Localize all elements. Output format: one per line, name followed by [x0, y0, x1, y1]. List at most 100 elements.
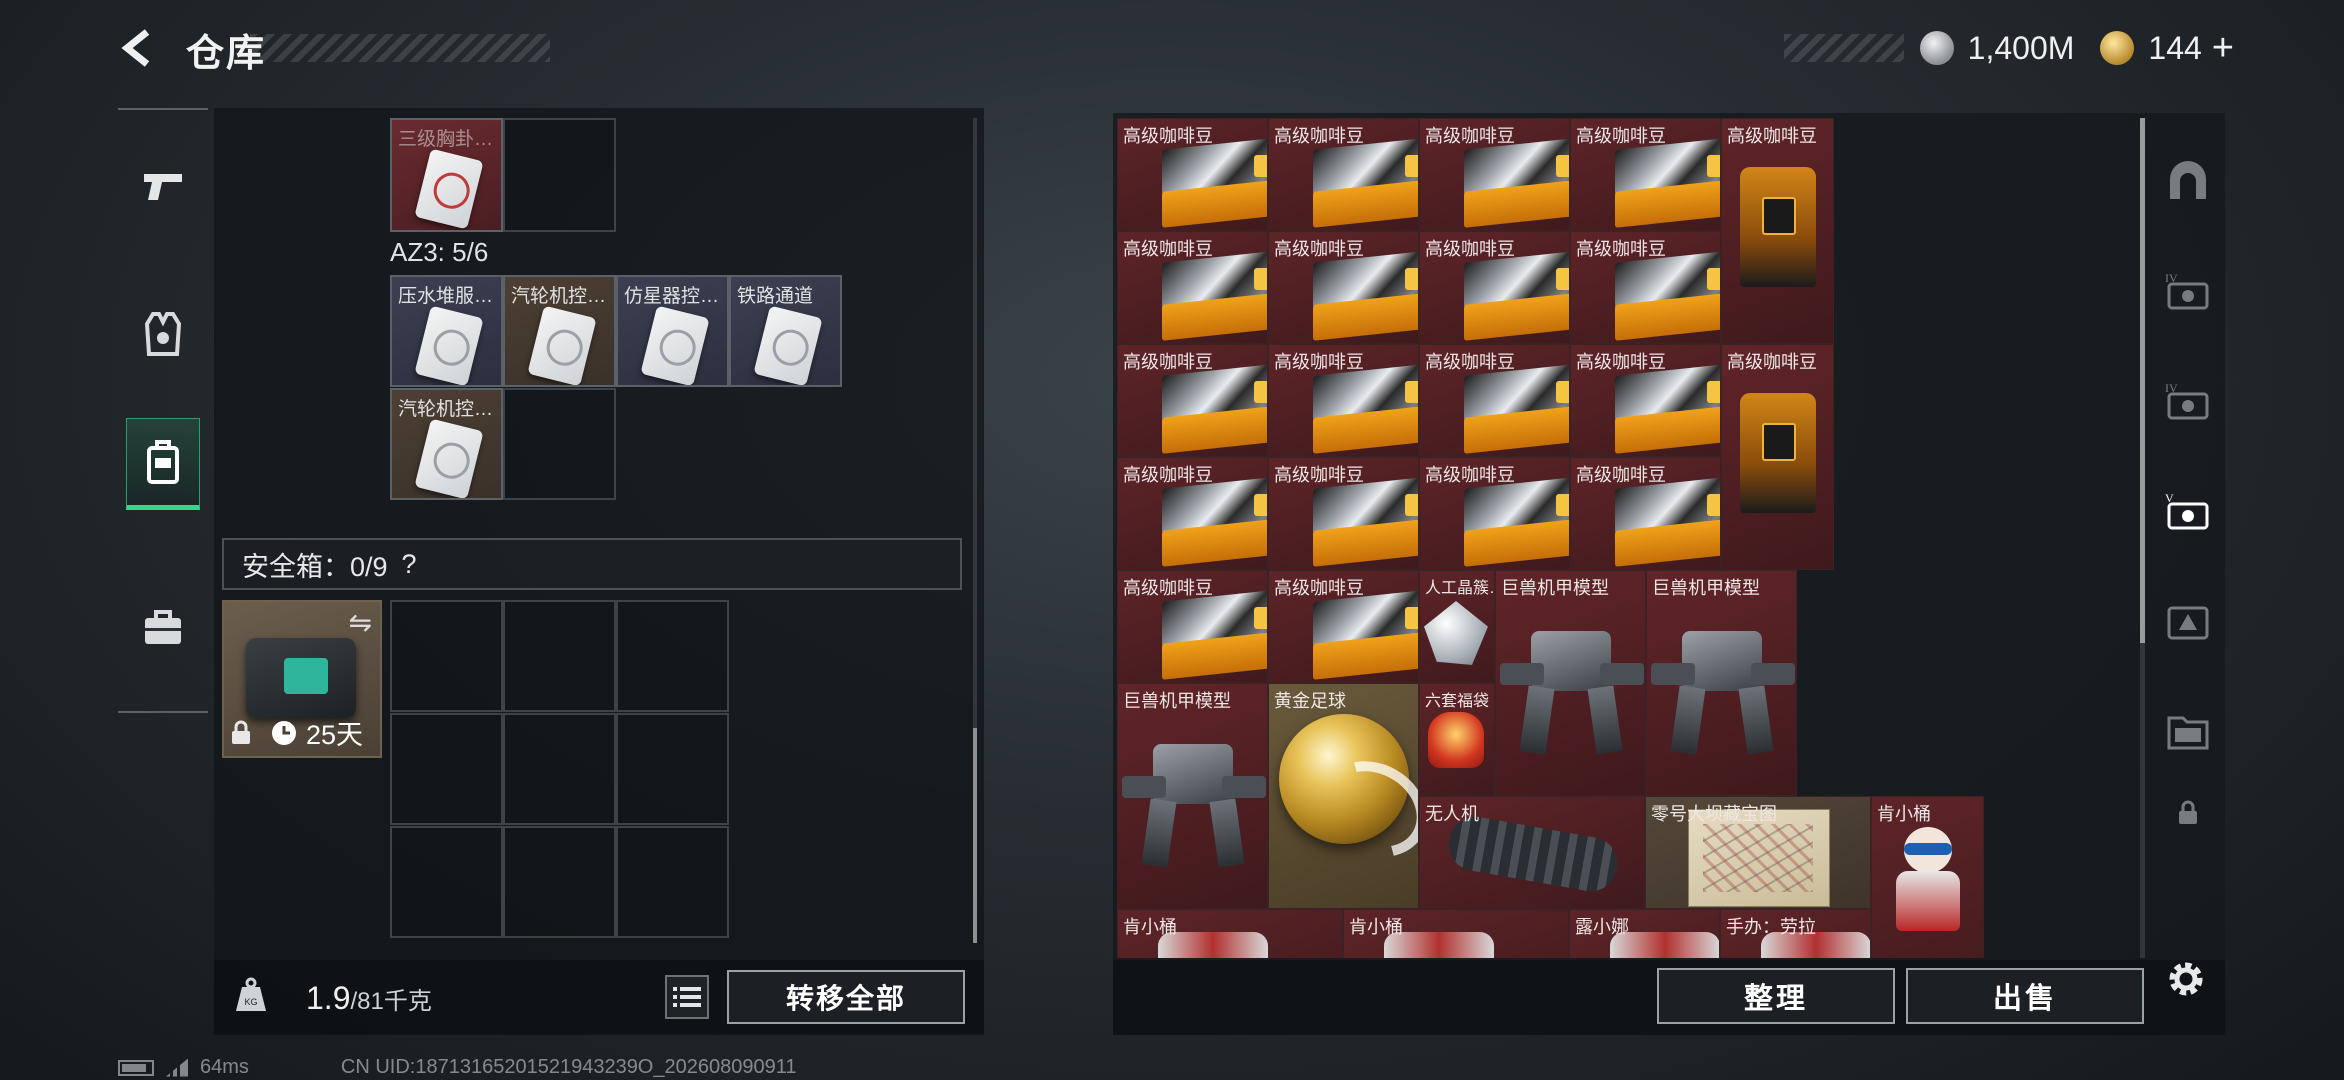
- tab-all[interactable]: [2160, 151, 2216, 211]
- container-capacity-label: AZ3: 5/6: [390, 237, 489, 267]
- empty-slot[interactable]: [503, 388, 616, 500]
- tab-stash-iv-a[interactable]: IV: [2160, 261, 2216, 321]
- stash-item[interactable]: 高级咖啡豆: [1721, 118, 1834, 344]
- stash-item[interactable]: 高级咖啡豆: [1570, 344, 1721, 457]
- item-label: 高级咖啡豆: [1576, 126, 1666, 146]
- item-label: 汽轮机控…: [511, 286, 607, 307]
- safe-slot[interactable]: [616, 713, 729, 825]
- tab-stash-iv-b[interactable]: IV: [2160, 371, 2216, 431]
- item-label: 高级咖啡豆: [1576, 352, 1666, 372]
- currency-bar: 1,400M 144 +: [1919, 27, 2234, 70]
- help-button[interactable]: ?: [402, 549, 417, 580]
- tab-stash-triangle[interactable]: [2160, 591, 2216, 651]
- stash-item[interactable]: 无人机: [1419, 796, 1645, 909]
- stash-item[interactable]: 肯小桶: [1343, 909, 1569, 958]
- stash-item[interactable]: 高级咖啡豆: [1117, 570, 1268, 683]
- settings-button[interactable]: [2162, 955, 2210, 1003]
- add-currency-button[interactable]: +: [2212, 27, 2234, 70]
- item-slot[interactable]: 压水堆服…: [390, 275, 503, 387]
- stash-item[interactable]: 高级咖啡豆: [1419, 231, 1570, 344]
- stash-item[interactable]: 高级咖啡豆: [1268, 118, 1419, 231]
- list-view-button[interactable]: [665, 975, 709, 1019]
- item-label: 仿星器控…: [624, 286, 720, 307]
- safe-slot[interactable]: [616, 826, 729, 938]
- stash-item[interactable]: 高级咖啡豆: [1117, 457, 1268, 570]
- coffee-bag-icon: [1313, 475, 1418, 567]
- coffee-bag-icon: [1464, 475, 1569, 567]
- stash-item[interactable]: 肯小桶: [1871, 796, 1984, 958]
- folder-icon: [2167, 716, 2209, 750]
- stash-item[interactable]: 高级咖啡豆: [1268, 344, 1419, 457]
- nav-tab-vest[interactable]: [126, 288, 200, 380]
- stash-item[interactable]: 巨兽机甲模型: [1646, 570, 1797, 796]
- coffee-bag-icon: [1464, 136, 1569, 228]
- stash-item[interactable]: 高级咖啡豆: [1268, 231, 1419, 344]
- safe-slot[interactable]: [503, 826, 616, 938]
- stash-item[interactable]: 高级咖啡豆: [1419, 118, 1570, 231]
- stash-item[interactable]: 高级咖啡豆: [1419, 457, 1570, 570]
- armor-iv-icon: IV: [2165, 381, 2209, 420]
- stash-item[interactable]: 巨兽机甲模型: [1495, 570, 1646, 796]
- safe-slot[interactable]: [390, 713, 503, 825]
- stash-item[interactable]: 高级咖啡豆: [1419, 344, 1570, 457]
- stash-item[interactable]: 肯小桶: [1117, 909, 1343, 958]
- nav-tab-briefcase[interactable]: [126, 582, 200, 674]
- scroll-thumb[interactable]: [2140, 118, 2145, 643]
- item-slot[interactable]: 汽轮机控…: [503, 275, 616, 387]
- safe-slot[interactable]: [390, 826, 503, 938]
- tab-stash-folder[interactable]: [2160, 701, 2216, 761]
- stash-item[interactable]: 高级咖啡豆: [1570, 231, 1721, 344]
- item-label: 巨兽机甲模型: [1123, 691, 1231, 711]
- stash-item[interactable]: 高级咖啡豆: [1117, 231, 1268, 344]
- silver-amount: 1,400M: [1967, 29, 2075, 66]
- item-slot[interactable]: 三级胸卦…: [390, 118, 503, 232]
- stash-item[interactable]: 巨兽机甲模型: [1117, 683, 1268, 909]
- item-slot[interactable]: 汽轮机控…: [390, 388, 503, 500]
- safe-box-item[interactable]: ⇋ 25天: [222, 600, 382, 758]
- stash-item[interactable]: 高级咖啡豆: [1268, 570, 1419, 683]
- mech-model-icon: [1496, 611, 1645, 761]
- stash-item[interactable]: 手办：劳拉: [1720, 909, 1871, 958]
- stash-item[interactable]: 零号大坝藏宝图: [1645, 796, 1871, 909]
- safe-slot[interactable]: [390, 600, 503, 712]
- tab-locked[interactable]: [2160, 783, 2216, 843]
- stash-item[interactable]: 露小娜: [1569, 909, 1720, 958]
- coffee-bag-icon: [1313, 588, 1418, 680]
- stash-item[interactable]: 人工晶簇…: [1419, 570, 1495, 683]
- gear-icon: [2169, 962, 2203, 996]
- coffee-bag-icon: [1464, 249, 1569, 341]
- mech-model-icon: [1647, 611, 1796, 761]
- item-label: 零号大坝藏宝图: [1651, 804, 1777, 824]
- back-button[interactable]: [115, 24, 163, 72]
- keycard-icon: [527, 305, 597, 385]
- stash-item[interactable]: 高级咖啡豆: [1117, 118, 1268, 231]
- swap-icon[interactable]: ⇋: [349, 606, 372, 639]
- stash-scrollbar[interactable]: [2140, 118, 2145, 958]
- stash-item[interactable]: 高级咖啡豆: [1117, 344, 1268, 457]
- lucky-bag-icon: [1428, 712, 1484, 768]
- nav-tab-backpack[interactable]: [126, 418, 200, 510]
- safe-slot[interactable]: [503, 713, 616, 825]
- sort-button[interactable]: 整理: [1657, 968, 1895, 1024]
- inventory-scrollbar[interactable]: [973, 118, 977, 943]
- tab-stash-v[interactable]: V: [2160, 481, 2216, 541]
- stash-item[interactable]: 高级咖啡豆: [1570, 118, 1721, 231]
- nav-tab-weapon[interactable]: [126, 140, 200, 232]
- armor-iv-icon: IV: [2165, 271, 2209, 310]
- transfer-all-button[interactable]: 转移全部: [727, 970, 965, 1024]
- empty-slot[interactable]: [503, 118, 616, 232]
- stash-item[interactable]: 高级咖啡豆: [1721, 344, 1834, 570]
- safe-slot[interactable]: [616, 600, 729, 712]
- coffee-bag-tall-icon: [1740, 393, 1816, 513]
- page-title: 仓库: [186, 33, 267, 75]
- stash-item[interactable]: 黄金足球: [1268, 683, 1419, 909]
- item-slot[interactable]: 仿星器控…: [616, 275, 729, 387]
- item-label: 高级咖啡豆: [1123, 465, 1213, 485]
- safe-slot[interactable]: [503, 600, 616, 712]
- stash-item[interactable]: 高级咖啡豆: [1268, 457, 1419, 570]
- item-slot[interactable]: 铁路通道: [729, 275, 842, 387]
- stash-item[interactable]: 高级咖啡豆: [1570, 457, 1721, 570]
- scroll-thumb[interactable]: [973, 728, 977, 943]
- stash-item[interactable]: 六套福袋: [1419, 683, 1495, 796]
- sell-button[interactable]: 出售: [1906, 968, 2144, 1024]
